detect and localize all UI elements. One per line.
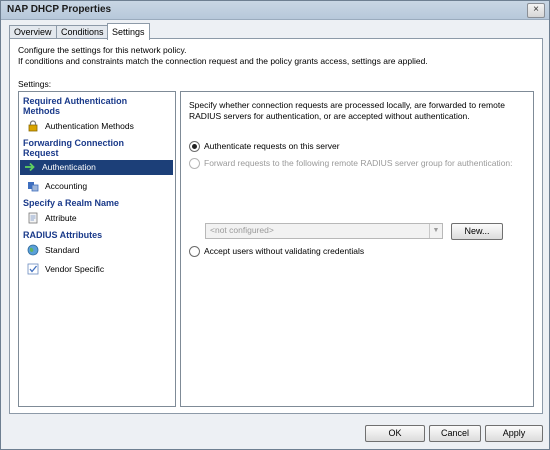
dropdown-value: <not configured>: [210, 225, 274, 235]
tree-item-label: Vendor Specific: [45, 264, 105, 274]
tree-item-label: Attribute: [45, 213, 77, 223]
settings-label: Settings:: [18, 79, 52, 89]
new-server-group-button[interactable]: New...: [451, 223, 503, 240]
radio-button-disabled[interactable]: [189, 158, 200, 169]
details-pane: Specify whether connection requests are …: [180, 91, 534, 407]
details-description: Specify whether connection requests are …: [189, 100, 519, 122]
tree-heading-line: Request: [23, 148, 59, 158]
tree-heading-forwarding: Forwarding Connection Request: [23, 138, 124, 158]
tree-heading-line: Forwarding Connection: [23, 138, 124, 148]
radio-button[interactable]: [189, 246, 200, 257]
server-group-dropdown[interactable]: <not configured> ▼: [205, 223, 443, 239]
tree-heading-line: Methods: [23, 106, 60, 116]
checklist-icon: [27, 263, 39, 275]
settings-tree: Required Authentication Methods Authenti…: [18, 91, 176, 407]
radio-button-checked[interactable]: [189, 141, 200, 152]
details-description-line-2: RADIUS servers for authentication, or ar…: [189, 111, 470, 121]
tree-item-standard[interactable]: Standard: [23, 243, 173, 258]
accounting-icon: [27, 180, 39, 192]
tree-heading-line: Specify a Realm Name: [23, 198, 120, 208]
tab-overview[interactable]: Overview: [9, 25, 57, 39]
panel-description-line-2: If conditions and constraints match the …: [18, 56, 428, 66]
chevron-down-icon[interactable]: ▼: [429, 224, 442, 238]
properties-dialog: NAP DHCP Properties × Overview Condition…: [0, 0, 550, 450]
tree-heading-realm: Specify a Realm Name: [23, 198, 119, 208]
document-icon: [27, 212, 39, 224]
close-button[interactable]: ×: [527, 3, 545, 18]
tree-heading-radius: RADIUS Attributes: [23, 230, 102, 240]
tree-item-label: Authentication: [42, 162, 96, 172]
window-title: NAP DHCP Properties: [7, 4, 112, 15]
panel-description-line-1: Configure the settings for this network …: [18, 45, 187, 55]
lock-icon: [27, 120, 39, 132]
dialog-footer: OK Cancel Apply: [1, 421, 549, 449]
apply-button[interactable]: Apply: [485, 425, 543, 442]
tree-item-label: Accounting: [45, 181, 88, 191]
details-description-line-1: Specify whether connection requests are …: [189, 100, 505, 110]
arrow-right-icon: [24, 161, 36, 173]
tree-item-label: Authentication Methods: [45, 121, 134, 131]
tree-item-authentication-methods[interactable]: Authentication Methods: [23, 119, 173, 134]
tree-item-accounting[interactable]: Accounting: [23, 179, 173, 194]
globe-icon: [27, 244, 39, 256]
option-label: Accept users without validating credenti…: [204, 246, 365, 256]
tree-heading-required-auth: Required Authentication Methods: [23, 96, 127, 116]
option-label: Authenticate requests on this server: [204, 141, 340, 151]
tree-heading-line: Required Authentication: [23, 96, 128, 106]
tree-item-attribute[interactable]: Attribute: [23, 211, 173, 226]
cancel-button[interactable]: Cancel: [429, 425, 481, 442]
panel-description: Configure the settings for this network …: [18, 45, 428, 67]
tab-settings[interactable]: Settings: [107, 23, 150, 40]
title-bar[interactable]: NAP DHCP Properties ×: [1, 1, 549, 20]
settings-tab-panel: Configure the settings for this network …: [9, 38, 543, 414]
tree-item-label: Standard: [45, 245, 80, 255]
tree-item-authentication[interactable]: Authentication: [20, 160, 173, 175]
close-icon: ×: [533, 4, 539, 15]
tab-conditions[interactable]: Conditions: [56, 25, 109, 39]
ok-button[interactable]: OK: [365, 425, 425, 442]
option-label: Forward requests to the following remote…: [204, 158, 513, 168]
tree-item-vendor-specific[interactable]: Vendor Specific: [23, 262, 173, 277]
tree-heading-line: RADIUS Attributes: [23, 230, 103, 240]
